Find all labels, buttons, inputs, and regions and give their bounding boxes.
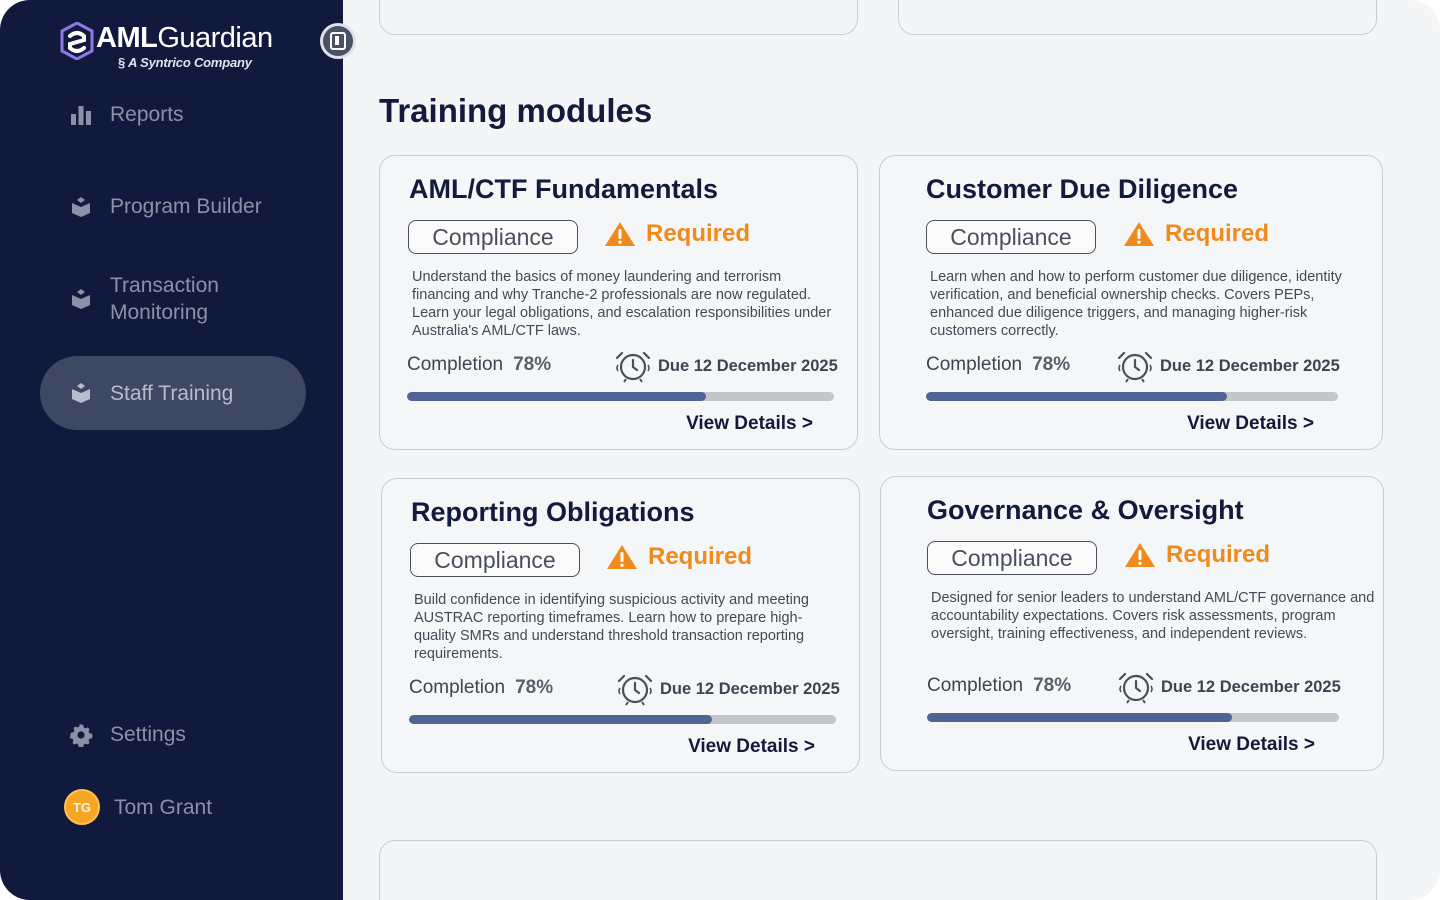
alarm-clock-icon [1117, 351, 1153, 383]
completion-percent: 78% [515, 677, 554, 698]
required-label: Required [646, 220, 751, 247]
brand-name: AMLGuardian [96, 22, 273, 54]
module-title: Reporting Obligations [411, 497, 695, 527]
sidebar-item-staff-training[interactable]: Staff Training [40, 356, 306, 430]
user-profile[interactable]: TG Tom Grant [40, 789, 306, 825]
required-badge: Required [604, 220, 750, 248]
training-module-card-4[interactable]: Governance & Oversight Compliance Requir… [880, 476, 1384, 771]
warning-icon [1124, 222, 1154, 246]
completion-text: Completion 78% [409, 677, 553, 699]
sidebar-item-transaction-monitoring[interactable]: Transaction Monitoring [40, 272, 240, 326]
progress-bar [927, 713, 1339, 722]
card-partial-bottom [379, 840, 1377, 900]
required-label: Required [1166, 541, 1271, 568]
warning-icon [607, 545, 637, 569]
sidebar-item-label: Reports [110, 103, 184, 126]
card-partial-top-left [379, 0, 858, 35]
module-title: AML/CTF Fundamentals [409, 174, 718, 204]
module-title: Customer Due Diligence [926, 174, 1239, 204]
category-tag: Compliance [927, 541, 1097, 575]
category-tag: Compliance [410, 543, 580, 577]
completion-percent: 78% [1033, 675, 1072, 696]
module-description: Learn when and how to perform customer d… [930, 269, 1342, 339]
sidebar-item-label: Settings [110, 723, 186, 746]
app-window: AMLGuardian § A Syntrico Company Reports … [0, 0, 1440, 900]
user-name: Tom Grant [114, 795, 213, 819]
alarm-clock-icon [1118, 672, 1154, 704]
sidebar: AMLGuardian § A Syntrico Company Reports … [0, 0, 343, 900]
progress-bar [409, 715, 836, 724]
module-description: Understand the basics of money launderin… [412, 269, 832, 339]
module-description: Build confidence in identifying suspicio… [414, 592, 809, 662]
completion-text: Completion 78% [926, 354, 1070, 376]
completion-label: Completion [409, 677, 506, 698]
view-details-link[interactable]: View Details > [688, 736, 815, 758]
sidebar-item-label: Program Builder [110, 195, 262, 218]
completion-label: Completion [927, 675, 1024, 696]
warning-icon [605, 222, 635, 246]
due-date: Due 12 December 2025 [1116, 349, 1340, 383]
completion-text: Completion 78% [927, 675, 1071, 697]
sidebar-item-settings[interactable]: Settings [40, 721, 306, 748]
due-date: Due 12 December 2025 [1117, 670, 1341, 704]
progress-fill [927, 713, 1232, 722]
due-label: Due 12 December 2025 [658, 356, 838, 375]
progress-bar [407, 392, 834, 401]
warning-icon [1125, 543, 1155, 567]
progress-fill [409, 715, 713, 724]
box-icon [66, 382, 96, 404]
training-module-card-2[interactable]: Customer Due Diligence Compliance Requir… [879, 155, 1383, 450]
category-tag: Compliance [408, 220, 578, 254]
required-label: Required [1165, 220, 1270, 247]
gear-icon [66, 723, 96, 747]
training-module-card-3[interactable]: Reporting Obligations Compliance Require… [381, 478, 860, 773]
due-label: Due 12 December 2025 [1160, 356, 1340, 375]
required-badge: Required [1123, 220, 1269, 248]
sidebar-item-program-builder[interactable]: Program Builder [40, 193, 306, 220]
brand-subtitle: § A Syntrico Company [118, 55, 252, 70]
view-details-link[interactable]: View Details > [1187, 413, 1314, 435]
completion-percent: 78% [513, 354, 552, 375]
required-badge: Required [606, 543, 752, 571]
completion-label: Completion [407, 354, 504, 375]
due-label: Due 12 December 2025 [660, 679, 840, 698]
sidebar-item-reports[interactable]: Reports [40, 101, 306, 128]
syntrico-icon: § [118, 55, 126, 70]
brand-logo[interactable]: AMLGuardian § A Syntrico Company [60, 20, 290, 76]
card-partial-top-right [898, 0, 1377, 35]
due-date: Due 12 December 2025 [616, 672, 840, 706]
required-badge: Required [1124, 541, 1270, 569]
progress-fill [926, 392, 1227, 401]
logo-mark-icon [60, 22, 94, 60]
sidebar-item-label: Staff Training [110, 381, 234, 405]
bar-chart-icon [66, 104, 96, 126]
section-title: Training modules [379, 92, 653, 129]
sidebar-item-label: Transaction Monitoring [110, 274, 219, 324]
category-tag: Compliance [926, 220, 1096, 254]
progress-fill [407, 392, 706, 401]
box-icon [66, 288, 96, 310]
progress-bar [926, 392, 1338, 401]
completion-text: Completion 78% [407, 354, 551, 376]
collapse-sidebar-button[interactable] [320, 23, 356, 59]
sidebar-toggle-icon [330, 32, 346, 50]
completion-percent: 78% [1032, 354, 1071, 375]
view-details-link[interactable]: View Details > [686, 413, 813, 435]
avatar: TG [64, 789, 100, 825]
module-title: Governance & Oversight [927, 495, 1244, 525]
completion-label: Completion [926, 354, 1023, 375]
view-details-link[interactable]: View Details > [1188, 734, 1315, 756]
training-module-card-1[interactable]: AML/CTF Fundamentals Compliance Required… [379, 155, 858, 450]
required-label: Required [648, 543, 753, 570]
module-description: Designed for senior leaders to understan… [931, 590, 1375, 642]
box-icon [66, 196, 96, 218]
due-label: Due 12 December 2025 [1161, 677, 1341, 696]
due-date: Due 12 December 2025 [614, 349, 838, 383]
alarm-clock-icon [615, 351, 651, 383]
alarm-clock-icon [617, 674, 653, 706]
main-content: Training modules AML/CTF Fundamentals Co… [343, 0, 1440, 900]
